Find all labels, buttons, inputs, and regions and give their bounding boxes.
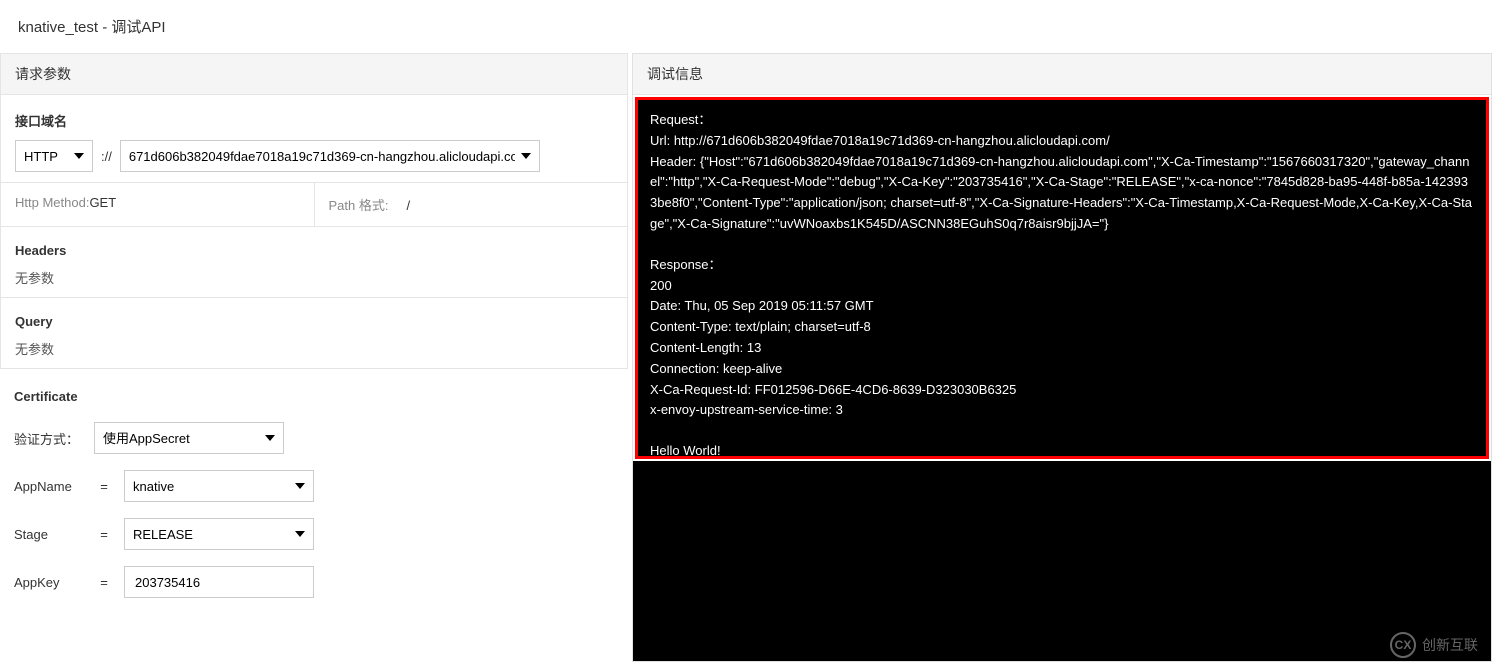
domain-select[interactable]: 671d606b382049fdae7018a19c71d369-cn-hang… <box>120 140 540 172</box>
http-method-value: GET <box>89 195 116 210</box>
equals-sign: = <box>94 527 114 542</box>
stage-label: Stage <box>14 527 84 542</box>
console-bottom-area <box>633 461 1491 661</box>
path-label: Path 格式: <box>329 198 389 213</box>
certificate-label: Certificate <box>14 383 614 414</box>
equals-sign: = <box>94 575 114 590</box>
console-content-length: Content-Length: 13 <box>650 338 1474 359</box>
headers-label: Headers <box>15 237 613 268</box>
console-upstream-time: x-envoy-upstream-service-time: 3 <box>650 400 1474 421</box>
headers-section: Headers 无参数 <box>0 227 628 298</box>
console-header: Header: {"Host":"671d606b382049fdae7018a… <box>650 152 1474 235</box>
request-params-header: 请求参数 <box>0 53 628 95</box>
protocol-select[interactable]: HTTP <box>15 140 93 172</box>
app-name-select[interactable]: knative <box>124 470 314 502</box>
path-value: / <box>407 198 411 213</box>
watermark-icon: CX <box>1390 632 1416 658</box>
console-request-id: X-Ca-Request-Id: FF012596-D66E-4CD6-8639… <box>650 380 1474 401</box>
auth-method-select[interactable]: 使用AppSecret <box>94 422 284 454</box>
protocol-separator: :// <box>99 149 114 164</box>
watermark: CX 创新互联 <box>1390 632 1478 658</box>
method-path-row: Http Method:GET Path 格式: / <box>0 183 628 227</box>
console-content-type: Content-Type: text/plain; charset=utf-8 <box>650 317 1474 338</box>
app-key-label: AppKey <box>14 575 84 590</box>
request-params-panel: 请求参数 接口域名 HTTP :// 671d606b382049fdae701… <box>0 53 628 662</box>
query-section: Query 无参数 <box>0 298 628 369</box>
query-label: Query <box>15 308 613 339</box>
certificate-section: Certificate 验证方式： 使用AppSecret AppName = … <box>0 369 628 620</box>
equals-sign: = <box>94 479 114 494</box>
console-status: 200 <box>650 276 1474 297</box>
console-connection: Connection: keep-alive <box>650 359 1474 380</box>
console-response-label: Response： <box>650 255 1474 276</box>
stage-select[interactable]: RELEASE <box>124 518 314 550</box>
app-key-input[interactable] <box>124 566 314 598</box>
watermark-text: 创新互联 <box>1422 635 1478 655</box>
console-body: Hello World! <box>650 441 1474 459</box>
query-none: 无参数 <box>15 339 613 358</box>
auth-method-label: 验证方式： <box>14 429 84 448</box>
debug-info-header: 调试信息 <box>633 54 1491 95</box>
debug-info-panel: 调试信息 Request： Url: http://671d606b382049… <box>632 53 1492 662</box>
domain-section: 接口域名 HTTP :// 671d606b382049fdae7018a19c… <box>0 95 628 183</box>
console-request-label: Request： <box>650 110 1474 131</box>
page-title: knative_test - 调试API <box>0 0 1492 53</box>
debug-console: Request： Url: http://671d606b382049fdae7… <box>635 97 1489 459</box>
console-url: Url: http://671d606b382049fdae7018a19c71… <box>650 131 1474 152</box>
app-name-label: AppName <box>14 479 84 494</box>
domain-label: 接口域名 <box>15 105 613 140</box>
headers-none: 无参数 <box>15 268 613 287</box>
http-method-label: Http Method: <box>15 195 89 210</box>
console-date: Date: Thu, 05 Sep 2019 05:11:57 GMT <box>650 296 1474 317</box>
